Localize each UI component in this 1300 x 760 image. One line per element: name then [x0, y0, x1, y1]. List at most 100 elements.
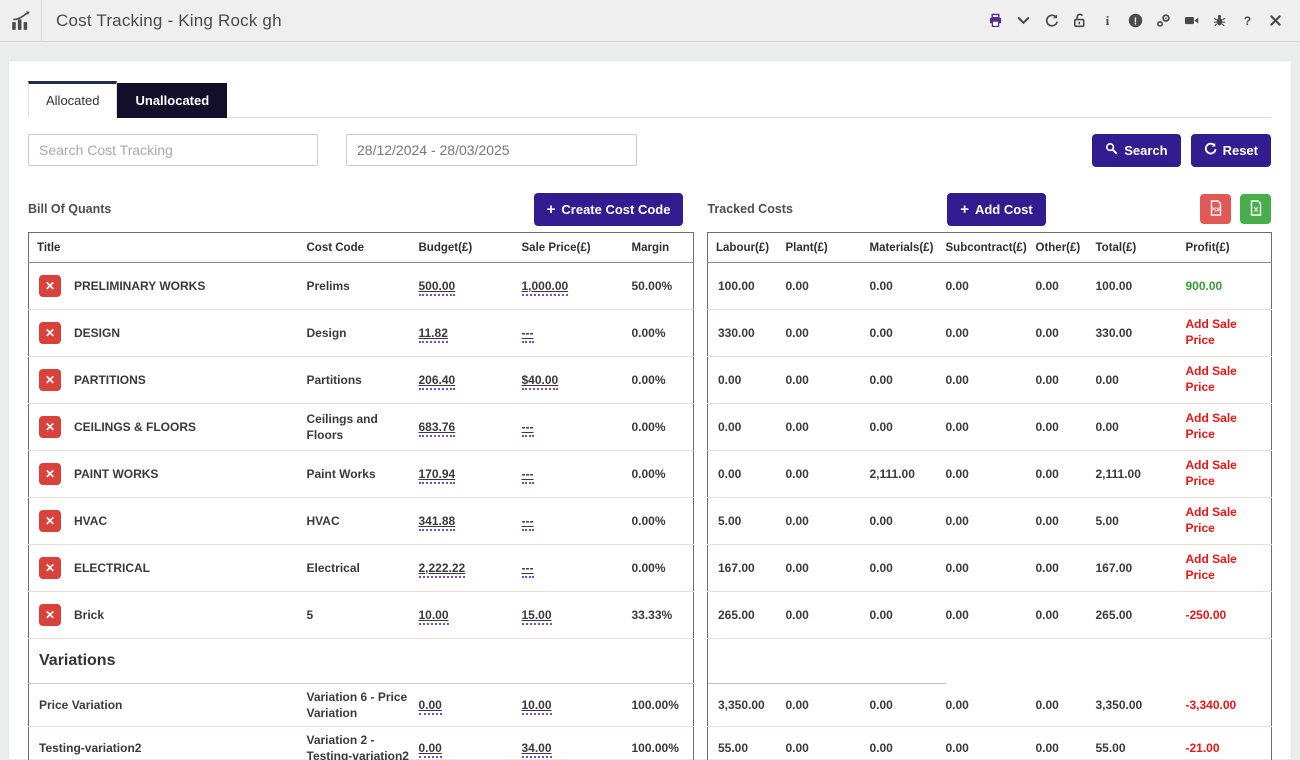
refresh-icon[interactable]	[1043, 12, 1060, 29]
sale-price-editable[interactable]: ---	[522, 514, 534, 531]
cost-value-cell: 0.00	[1036, 592, 1096, 639]
print-icon[interactable]	[987, 12, 1004, 29]
delete-cost-code-button[interactable]: ✕	[39, 322, 61, 344]
tracked-cost-row: 0.000.000.000.000.000.00Add Sale Price	[708, 404, 1272, 451]
sale-price-editable[interactable]: ---	[522, 326, 534, 343]
alert-icon[interactable]: !	[1127, 12, 1144, 29]
tracked-cost-row: 265.000.000.000.000.00265.00-250.00	[708, 592, 1272, 639]
cost-value-cell: 2,111.00	[1096, 451, 1186, 498]
delete-cost-code-button[interactable]: ✕	[39, 275, 61, 297]
cost-value-cell: 0.00	[1036, 451, 1096, 498]
date-range-input[interactable]	[346, 134, 637, 166]
cost-value-cell: 0.00	[786, 545, 870, 592]
svg-text:?: ?	[1244, 14, 1251, 28]
add-sale-price-link[interactable]: Add Sale Price	[1186, 505, 1254, 536]
margin-cell: 0.00%	[632, 404, 694, 451]
sale-price-editable[interactable]: ---	[522, 467, 534, 484]
profit-cell: Add Sale Price	[1186, 498, 1272, 545]
profit-cell: Add Sale Price	[1186, 357, 1272, 404]
header-toolbar: i!?	[987, 12, 1300, 29]
column-header: Budget(£)	[419, 233, 522, 263]
tracked-cost-row: 167.000.000.000.000.00167.00Add Sale Pri…	[708, 545, 1272, 592]
sale-price-editable[interactable]: 10.00	[522, 698, 552, 715]
delete-cost-code-button[interactable]: ✕	[39, 369, 61, 391]
close-icon[interactable]	[1267, 12, 1284, 29]
budget-cell: 11.82	[419, 310, 522, 357]
budget-editable[interactable]: 683.76	[419, 420, 456, 437]
info-icon[interactable]: i	[1099, 12, 1116, 29]
delete-cost-code-button[interactable]: ✕	[39, 416, 61, 438]
create-cost-code-button[interactable]: + Create Cost Code	[534, 193, 684, 226]
svg-text:PDF: PDF	[1211, 207, 1221, 213]
budget-editable[interactable]: 206.40	[419, 373, 456, 390]
profit-cell: -21.00	[1186, 741, 1220, 755]
cost-value-cell: 0.00	[1036, 727, 1096, 760]
video-icon[interactable]	[1183, 12, 1200, 29]
add-sale-price-link[interactable]: Add Sale Price	[1186, 552, 1254, 583]
add-sale-price-link[interactable]: Add Sale Price	[1186, 364, 1254, 395]
bug-icon[interactable]	[1211, 12, 1228, 29]
budget-editable[interactable]: 170.94	[419, 467, 456, 484]
boq-row: Price VariationVariation 6 - Price Varia…	[29, 684, 694, 727]
budget-editable[interactable]: 500.00	[419, 279, 456, 296]
profit-cell: 900.00	[1186, 263, 1272, 310]
variations-heading-row: Variations	[29, 639, 694, 684]
column-header: Materials(£)	[870, 233, 946, 263]
sale-price-editable[interactable]: 15.00	[522, 608, 552, 625]
budget-editable[interactable]: 341.88	[419, 514, 456, 531]
tab-unallocated[interactable]: Unallocated	[117, 83, 227, 118]
column-header: Sale Price(£)	[522, 233, 632, 263]
delete-cost-code-button[interactable]: ✕	[39, 510, 61, 532]
title-cell: ✕HVAC	[29, 498, 307, 545]
chevron-down-icon[interactable]	[1015, 12, 1032, 29]
cost-value-cell: 0.00	[708, 357, 786, 404]
cost-value-cell: 0.00	[1036, 263, 1096, 310]
add-sale-price-link[interactable]: Add Sale Price	[1186, 458, 1254, 489]
boq-row: ✕Brick510.0015.0033.33%	[29, 592, 694, 639]
delete-cost-code-button[interactable]: ✕	[39, 463, 61, 485]
budget-editable[interactable]: 11.82	[419, 326, 448, 343]
cost-code-cell: Electrical	[307, 545, 419, 592]
sale-price-editable[interactable]: ---	[522, 561, 534, 578]
sale-price-cell: ---	[522, 451, 632, 498]
cost-code-title: PARTITIONS	[74, 373, 146, 387]
budget-cell: 500.00	[419, 263, 522, 310]
variations-heading: Variations	[29, 639, 694, 684]
budget-editable[interactable]: 2,222.22	[419, 561, 466, 578]
unlock-icon[interactable]	[1071, 12, 1088, 29]
budget-editable[interactable]: 0.00	[419, 741, 442, 758]
cost-value-cell: 0.00	[870, 684, 946, 727]
tab-allocated[interactable]: Allocated	[28, 81, 117, 118]
export-excel-button[interactable]: X	[1240, 194, 1271, 224]
add-sale-price-link[interactable]: Add Sale Price	[1186, 317, 1254, 348]
help-icon[interactable]: ?	[1239, 12, 1256, 29]
reset-button[interactable]: Reset	[1191, 134, 1271, 167]
settings-icon[interactable]	[1155, 12, 1172, 29]
budget-editable[interactable]: 10.00	[419, 608, 449, 625]
margin-cell: 0.00%	[632, 498, 694, 545]
cost-value-cell: 55.00	[708, 727, 786, 760]
profit-cell: -250.00	[1186, 608, 1227, 622]
sale-price-editable[interactable]: $40.00	[522, 373, 559, 390]
delete-cost-code-button[interactable]: ✕	[39, 604, 61, 626]
variations-spacer-row	[708, 639, 1272, 684]
budget-editable[interactable]: 0.00	[419, 698, 442, 715]
cost-value-cell: 100.00	[708, 263, 786, 310]
cost-value-cell: 0.00	[946, 357, 1036, 404]
sale-price-editable[interactable]: 1,000.00	[522, 279, 569, 296]
column-header: Labour(£)	[708, 233, 786, 263]
search-input[interactable]	[28, 134, 318, 166]
export-pdf-button[interactable]: PDF	[1200, 194, 1231, 224]
delete-cost-code-button[interactable]: ✕	[39, 557, 61, 579]
title-cell: ✕Brick	[29, 592, 307, 639]
sale-price-editable[interactable]: 34.00	[522, 741, 552, 758]
excel-file-icon: X	[1248, 200, 1264, 219]
add-sale-price-link[interactable]: Add Sale Price	[1186, 411, 1254, 442]
search-button[interactable]: Search	[1092, 134, 1180, 167]
cost-code-cell: Ceilings and Floors	[307, 404, 419, 451]
cost-value-cell: 2,111.00	[870, 451, 946, 498]
tracked-cost-row: 3,350.000.000.000.000.003,350.00-3,340.0…	[708, 684, 1272, 727]
cost-value-cell: 0.00	[1036, 310, 1096, 357]
sale-price-editable[interactable]: ---	[522, 420, 534, 437]
add-cost-button[interactable]: + Add Cost	[947, 193, 1046, 226]
